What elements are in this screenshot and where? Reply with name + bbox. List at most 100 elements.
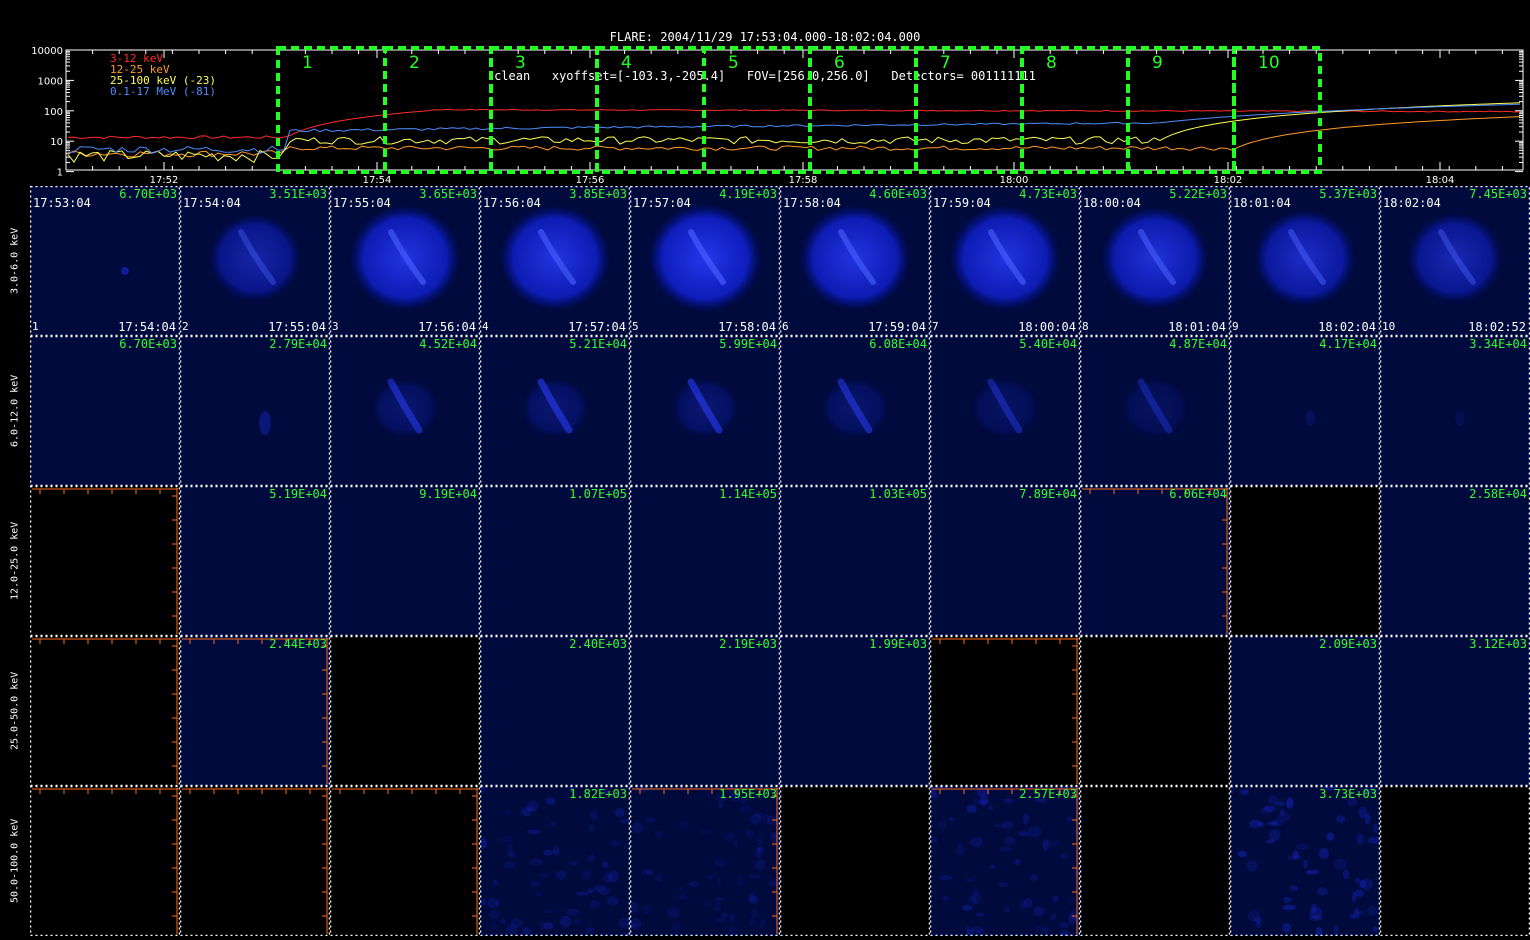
cell-frame (1080, 486, 1230, 636)
image-cell: 2.40E+03 (480, 636, 630, 786)
noise-speck (640, 870, 653, 875)
noise-speck (707, 874, 714, 880)
cell-frame (480, 636, 630, 786)
interval-start-time: 17:54:04 (183, 196, 241, 210)
noise-speck (1004, 906, 1010, 913)
noise-speck (1263, 805, 1276, 812)
noise-speck (750, 813, 762, 825)
noise-speck (724, 833, 735, 842)
noise-speck (500, 919, 506, 924)
cell-image (630, 786, 780, 936)
cell-frame (780, 486, 930, 636)
image-cell: 2.19E+03 (630, 636, 780, 786)
noise-speck (699, 829, 710, 835)
noise-speck (748, 918, 757, 927)
noise-speck (492, 879, 498, 887)
interval-end-time: 18:02:52 (1468, 320, 1526, 334)
cell-image (1230, 486, 1380, 636)
image-cell (1080, 636, 1230, 786)
cell-frame (780, 786, 930, 936)
max-value-label: 5.21E+04 (569, 337, 627, 351)
cell-image (480, 636, 630, 786)
interval-start-time: 17:58:04 (783, 196, 841, 210)
cell-frame (930, 786, 1080, 936)
lightcurve-plot: 10000 1000 100 10 1 17:52 17:54 17:56 17:58 18:00… (31, 46, 1524, 186)
noise-speck (566, 908, 580, 917)
interval-index: 1 (32, 320, 39, 333)
cell-frame (180, 336, 330, 486)
interval-end-time: 17:57:04 (568, 320, 626, 334)
cell-image (330, 786, 480, 936)
max-value-label: 6.70E+03 (119, 187, 177, 201)
noise-speck (999, 846, 1013, 852)
noise-speck (749, 895, 759, 904)
noise-speck (500, 836, 513, 843)
cell-frame (1380, 336, 1530, 486)
interval-index: 3 (332, 320, 339, 333)
image-cell: 4.19E+03 17:57:04 17:58:04 5 (630, 186, 780, 336)
noise-speck (1042, 839, 1050, 852)
noise-speck (623, 844, 628, 849)
interval-start-time: 17:55:04 (333, 196, 391, 210)
cell-frame (630, 486, 780, 636)
image-cell: 5.21E+04 (480, 336, 630, 486)
cell-frame (780, 636, 930, 786)
noise-speck (677, 894, 688, 900)
image-cell: 1.14E+05 (630, 486, 780, 636)
image-cell: 2.57E+03 (930, 786, 1080, 936)
image-cell: 2.09E+03 (1230, 636, 1380, 786)
noise-speck (606, 896, 619, 906)
cell-frame (30, 486, 180, 636)
image-cell: 4.73E+03 17:59:04 18:00:04 7 (930, 186, 1080, 336)
noise-speck (1274, 819, 1279, 826)
cell-image (180, 786, 330, 936)
noise-speck (717, 802, 723, 809)
max-value-label: 5.22E+03 (1169, 187, 1227, 201)
interval-end-time: 18:00:04 (1018, 320, 1076, 334)
image-cell: 3.51E+03 17:54:04 17:55:04 2 (180, 186, 330, 336)
noise-speck (1367, 836, 1380, 844)
interval-box (1020, 46, 1130, 174)
interval-start-time: 17:53:04 (33, 196, 91, 210)
noise-speck (530, 880, 540, 887)
noise-speck (714, 896, 725, 902)
cell-image (1230, 786, 1380, 936)
interval-index: 4 (482, 320, 489, 333)
max-value-label: 2.44E+03 (269, 637, 327, 651)
noise-speck (575, 891, 589, 896)
image-cell: 3.85E+03 17:56:04 17:57:04 4 (480, 186, 630, 336)
image-cell (330, 636, 480, 786)
max-value-label: 3.85E+03 (569, 187, 627, 201)
cell-image (930, 336, 1080, 486)
noise-speck (1047, 840, 1061, 847)
image-cell: 4.17E+04 (1230, 336, 1380, 486)
image-cell: 2.44E+03 (180, 636, 330, 786)
noise-speck (505, 924, 518, 935)
noise-speck (589, 899, 600, 909)
cell-image (1080, 786, 1230, 936)
noise-speck (747, 874, 760, 879)
x-tick-label: 18:02 (1214, 175, 1243, 186)
max-value-label: 4.19E+03 (719, 187, 777, 201)
noise-speck (704, 901, 710, 908)
noise-speck (1289, 885, 1298, 891)
noise-speck (641, 904, 651, 915)
max-value-label: 3.51E+03 (269, 187, 327, 201)
noise-speck (1358, 806, 1368, 819)
cell-frame (480, 486, 630, 636)
image-cell: 3.12E+03 (1380, 636, 1530, 786)
noise-speck (1041, 929, 1049, 935)
noise-speck (1353, 907, 1360, 920)
image-grid: 3.0-6.0 keV 6.0-12.0 keV 12.0-25.0 keV 25.0… (0, 186, 1530, 940)
noise-speck (975, 912, 985, 917)
cell-image (630, 636, 780, 786)
noise-speck (1287, 855, 1302, 861)
noise-speck (680, 820, 690, 830)
max-value-label: 7.89E+04 (1019, 487, 1077, 501)
noise-speck (969, 837, 984, 847)
image-cell: 2.79E+04 (180, 336, 330, 486)
noise-speck (1326, 832, 1335, 841)
noise-speck (545, 797, 556, 805)
noise-speck (1282, 904, 1296, 911)
noise-speck (1303, 859, 1308, 869)
